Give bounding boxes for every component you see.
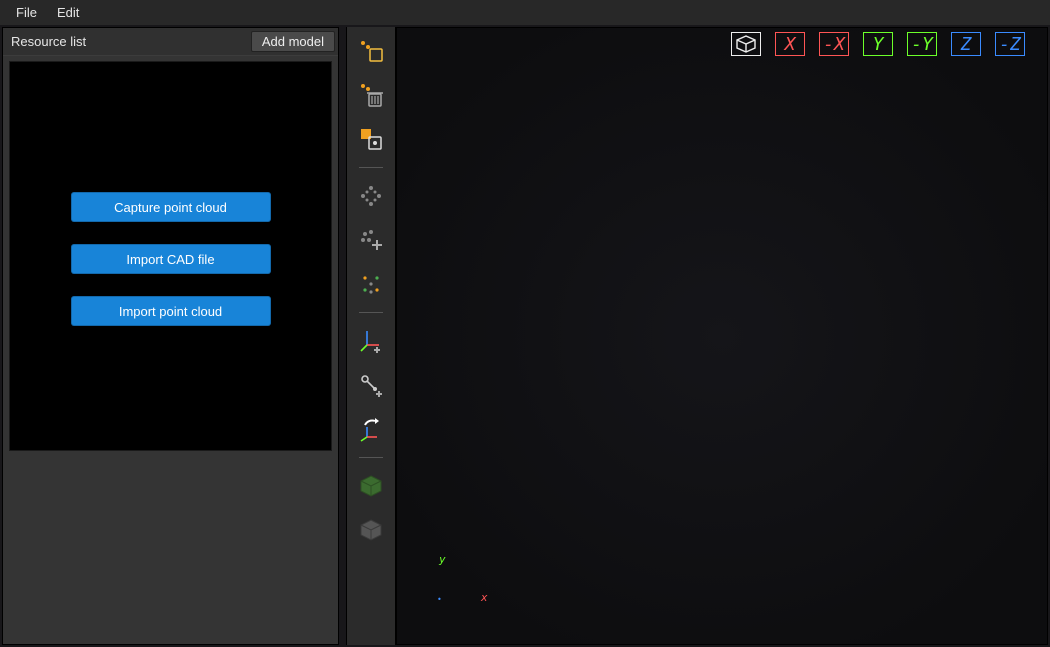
- transform-frame-tool[interactable]: [353, 411, 389, 447]
- anchor-add-icon: [357, 371, 385, 399]
- menu-file[interactable]: File: [6, 2, 47, 23]
- selection-mask-tool[interactable]: [353, 121, 389, 157]
- resource-panel: Resource list Add model Capture point cl…: [2, 27, 339, 645]
- import-point-cloud-button[interactable]: Import point cloud: [71, 296, 271, 326]
- add-anchor-tool[interactable]: [353, 367, 389, 403]
- select-rect-icon: [357, 37, 385, 65]
- cluster-points-tool[interactable]: [353, 266, 389, 302]
- trash-icon: [357, 81, 385, 109]
- menu-edit[interactable]: Edit: [47, 2, 89, 23]
- scatter-points-tool[interactable]: [353, 178, 389, 214]
- toolbar-separator: [359, 167, 383, 168]
- capture-point-cloud-button[interactable]: Capture point cloud: [71, 192, 271, 222]
- cube-iso-icon: [735, 34, 757, 54]
- menu-bar: File Edit: [0, 0, 1050, 25]
- import-cad-file-button[interactable]: Import CAD file: [71, 244, 271, 274]
- view-buttons-bar: X -X Y -Y Z -Z: [731, 32, 1025, 56]
- delete-tool[interactable]: [353, 77, 389, 113]
- voxel-gray-tool[interactable]: [353, 512, 389, 548]
- axis-label-x: x: [481, 591, 488, 604]
- view-z-pos-button[interactable]: Z: [951, 32, 981, 56]
- voxel-gray-icon: [357, 516, 385, 544]
- add-points-icon: [357, 226, 385, 254]
- view-x-pos-button[interactable]: X: [775, 32, 805, 56]
- view-iso-button[interactable]: [731, 32, 761, 56]
- resource-panel-title: Resource list: [11, 34, 86, 49]
- selection-mask-icon: [357, 125, 385, 153]
- view-y-pos-button[interactable]: Y: [863, 32, 893, 56]
- add-points-tool[interactable]: [353, 222, 389, 258]
- resource-panel-header: Resource list Add model: [3, 28, 338, 56]
- axis-gizmo: y x •: [429, 546, 489, 606]
- view-y-neg-button[interactable]: -Y: [907, 32, 937, 56]
- voxel-green-tool[interactable]: [353, 468, 389, 504]
- right-area: X -X Y -Y Z -Z y x •: [346, 25, 1050, 647]
- axis-label-y: y: [439, 553, 446, 566]
- add-frame-tool[interactable]: [353, 323, 389, 359]
- view-x-neg-button[interactable]: -X: [819, 32, 849, 56]
- toolbar-separator: [359, 312, 383, 313]
- transform-frame-icon: [357, 415, 385, 443]
- resource-list-body: Capture point cloud Import CAD file Impo…: [9, 61, 332, 451]
- scatter-points-icon: [357, 182, 385, 210]
- vertical-toolbar: [346, 27, 396, 645]
- frame-add-icon: [357, 327, 385, 355]
- toolbar-separator: [359, 457, 383, 458]
- view-z-neg-button[interactable]: -Z: [995, 32, 1025, 56]
- 3d-viewport[interactable]: X -X Y -Y Z -Z y x •: [396, 27, 1048, 645]
- main-layout: Resource list Add model Capture point cl…: [0, 25, 1050, 647]
- select-rect-tool[interactable]: [353, 33, 389, 69]
- axis-origin-dot: •: [437, 595, 442, 604]
- cluster-points-icon: [357, 270, 385, 298]
- add-model-button[interactable]: Add model: [251, 31, 335, 52]
- voxel-green-icon: [357, 472, 385, 500]
